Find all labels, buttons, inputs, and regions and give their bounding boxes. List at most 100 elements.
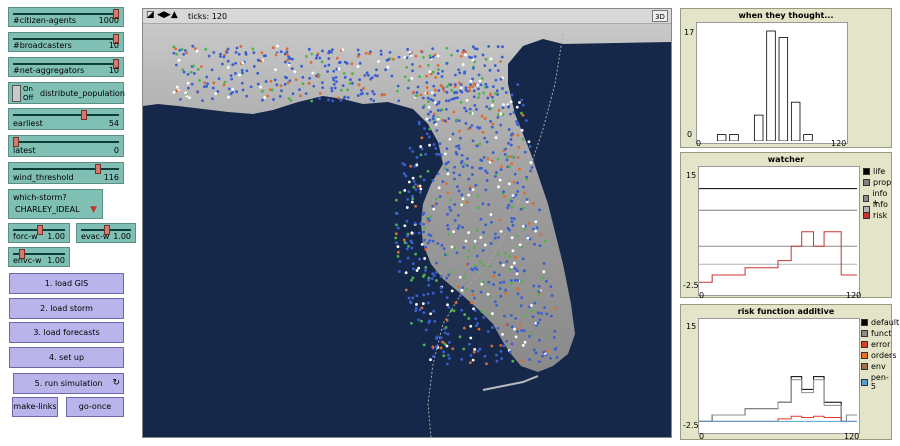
- shape-icon[interactable]: ◪: [146, 10, 155, 20]
- agent-dot: [368, 52, 371, 56]
- agent-dot: [459, 100, 463, 104]
- agent-dot: [521, 344, 525, 347]
- agent-dot: [308, 76, 312, 80]
- slider-envc-w[interactable]: envc-w 1.00: [8, 247, 70, 267]
- agent-dot: [229, 74, 233, 78]
- agent-dot: [217, 77, 221, 81]
- florida-map[interactable]: [143, 24, 671, 437]
- agent-dot: [472, 307, 475, 311]
- agent-dot: [449, 208, 453, 212]
- load-gis-button[interactable]: 1. load GIS: [9, 273, 124, 294]
- agent-dot: [370, 76, 374, 80]
- agent-dot: [498, 218, 502, 222]
- agent-dot: [420, 243, 424, 246]
- agent-dot: [428, 54, 432, 58]
- agent-dot: [453, 83, 457, 86]
- agent-dot: [502, 263, 505, 267]
- agent-dot: [462, 347, 466, 351]
- agent-dot: [431, 70, 435, 74]
- agent-dot: [467, 231, 471, 235]
- go-once-button[interactable]: go-once: [66, 397, 124, 417]
- agent-dot: [416, 184, 420, 188]
- agent-dot: [449, 83, 452, 87]
- load-storm-button[interactable]: 2. load storm: [9, 298, 124, 319]
- agent-dot: [549, 285, 553, 289]
- agent-dot: [450, 270, 453, 274]
- slider-wind-threshold[interactable]: wind_threshold 116: [8, 162, 124, 184]
- slider-earliest[interactable]: earliest 54: [8, 108, 124, 130]
- agent-dot: [537, 360, 541, 364]
- agent-dot: [467, 193, 471, 197]
- agent-dot: [225, 50, 229, 54]
- 3d-button[interactable]: 3D: [652, 10, 668, 22]
- agent-dot: [266, 94, 270, 98]
- agent-dot: [418, 190, 422, 194]
- agent-dot: [396, 254, 400, 258]
- agent-dot: [491, 85, 495, 89]
- agent-dot: [196, 90, 200, 94]
- distribute-population-switch[interactable]: On Off distribute_population: [8, 82, 125, 104]
- agent-dot: [499, 281, 502, 285]
- slider-forc-w[interactable]: forc-w 1.00: [8, 223, 70, 243]
- agent-dot: [304, 92, 308, 96]
- make-links-button[interactable]: make-links: [12, 397, 58, 417]
- set-up-button[interactable]: 4. set up: [9, 347, 124, 368]
- switch-toggle[interactable]: [12, 85, 21, 102]
- agent-dot: [450, 53, 453, 57]
- agent-dot: [330, 86, 334, 90]
- agent-dot: [476, 206, 480, 210]
- agent-dot: [421, 213, 425, 217]
- slider-latest[interactable]: latest 0: [8, 135, 124, 157]
- agent-dot: [429, 358, 432, 362]
- agent-dot: [509, 282, 513, 285]
- agent-dot: [439, 336, 443, 340]
- agent-dot: [372, 99, 376, 103]
- dropdown-arrow-icon[interactable]: ▼: [90, 205, 97, 215]
- agent-dot: [431, 291, 435, 295]
- agent-dot: [518, 243, 522, 247]
- agent-dot: [421, 106, 425, 109]
- agent-dot: [512, 261, 516, 265]
- agent-dot: [274, 68, 277, 72]
- slider-value: 0: [113, 146, 119, 155]
- agent-dot: [516, 83, 520, 87]
- agent-dot: [403, 163, 407, 167]
- agent-dot: [500, 165, 503, 168]
- slider-thumb[interactable]: [81, 110, 87, 120]
- agent-dot: [424, 152, 427, 156]
- agent-dot: [512, 217, 516, 221]
- slider-thumb[interactable]: [95, 164, 101, 174]
- agent-dot: [212, 81, 216, 85]
- agent-dot: [411, 150, 415, 153]
- slider-citizen-agents[interactable]: #citizen-agents 1000: [8, 7, 124, 27]
- agent-dot: [519, 323, 523, 327]
- agent-dot: [427, 100, 430, 104]
- agent-dot: [289, 98, 293, 102]
- load-forecasts-button[interactable]: 3. load forecasts: [9, 322, 124, 343]
- agent-dot: [202, 85, 206, 89]
- agent-dot: [444, 108, 448, 111]
- agent-dot: [422, 222, 426, 226]
- agent-dot: [291, 57, 294, 61]
- agent-dot: [533, 301, 537, 305]
- run-simulation-button[interactable]: 5. run simulation ↻: [13, 373, 124, 394]
- agent-dot: [464, 122, 468, 125]
- agent-dot: [531, 315, 535, 319]
- slider-broadcasters[interactable]: #broadcasters 10: [8, 32, 124, 52]
- agent-dot: [514, 317, 518, 320]
- slider-evac-w[interactable]: evac-w 1.00: [76, 223, 136, 243]
- agent-dot: [507, 182, 511, 186]
- arrow-icons[interactable]: ◀▶▲: [157, 10, 178, 20]
- agent-dot: [402, 238, 406, 242]
- agent-dot: [465, 98, 469, 102]
- chooser-select[interactable]: CHARLEY_IDEAL ▼: [13, 204, 99, 216]
- agent-dot: [524, 313, 528, 317]
- agent-dot: [494, 78, 498, 82]
- agent-dot: [175, 52, 179, 56]
- storm-chooser[interactable]: which-storm? CHARLEY_IDEAL ▼: [8, 189, 103, 219]
- agent-dot: [470, 124, 474, 127]
- agent-dot: [422, 293, 426, 297]
- slider-net-aggregators[interactable]: #net-aggregators 10: [8, 57, 124, 77]
- agent-dot: [309, 60, 313, 64]
- legend-swatch: [863, 168, 870, 175]
